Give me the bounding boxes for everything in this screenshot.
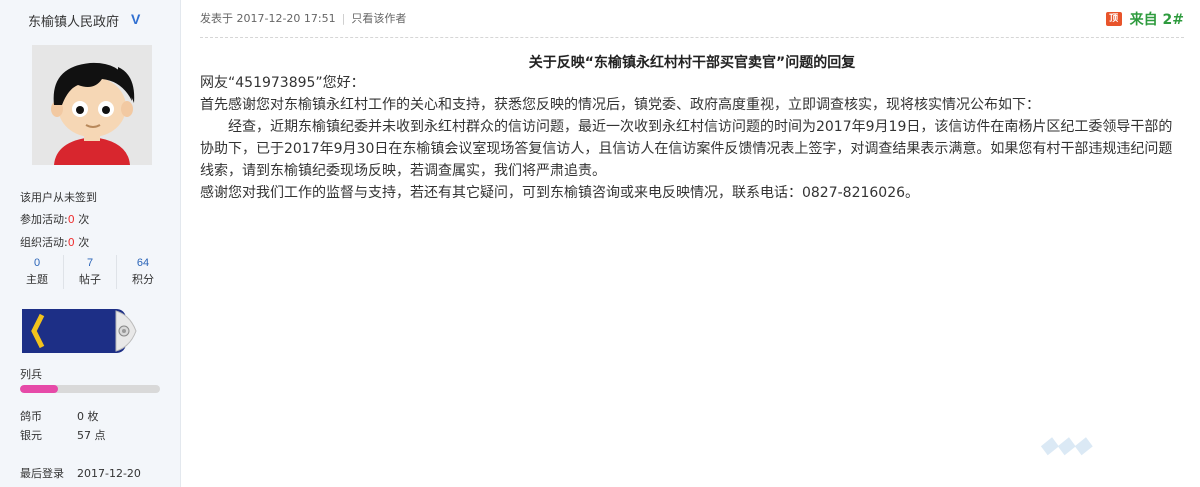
post-body: 网友“451973895”您好： 首先感谢您对东榆镇永红村工作的关心和支持，获悉… [200,72,1184,204]
activities-organized-unit: 次 [78,236,90,249]
rank-insignia-icon [20,305,140,357]
post-paragraph-closing: 感谢您对我们工作的监督与支持，若还有其它疑问，可到东榆镇咨询或来电反映情况，联系… [200,185,920,201]
username-link[interactable]: 东榆镇人民政府 [28,11,119,30]
silver-value: 57 点 [77,429,106,442]
floor-info: 顶 来自 2# [1105,9,1184,29]
coins-row: 鸽币 0 枚 [20,408,99,424]
post-greeting: 网友“451973895”您好： [200,75,365,91]
last-login-label: 最后登录 [20,467,64,480]
coins-label: 鸽币 [20,410,42,423]
avatar[interactable] [32,45,152,165]
top-icon[interactable]: 顶 [1105,12,1122,26]
last-login-row: 最后登录 2017-12-20 [20,465,141,481]
activities-joined-unit: 次 [78,213,90,226]
rank-progress-bar [20,385,160,393]
activities-organized: 组织活动:0 次 [20,234,89,250]
stat-points[interactable]: 64 积分 [117,255,169,289]
user-stats: 0 主题 7 帖子 64 积分 [11,255,169,289]
site-watermark-icon: ◆◆◆ [1040,432,1091,457]
activities-organized-label: 组织活动: [20,236,68,249]
activities-organized-count: 0 [67,236,75,249]
rank-progress-fill [20,385,58,393]
post-title: 关于反映“东榆镇永红村村干部买官卖官”问题的回复 [528,55,856,71]
silver-label: 银元 [20,429,42,442]
verified-badge-icon: V [131,11,141,27]
checkin-status: 该用户从未签到 [20,191,97,204]
activities-joined: 参加活动:0 次 [20,211,89,227]
rank-name: 列兵 [20,368,42,381]
stat-points-value: 64 [136,257,150,269]
post-paragraph-intro: 首先感谢您对东榆镇永红村工作的关心和支持，获悉您反映的情况后，镇党委、政府高度重… [200,97,1040,113]
user-sidebar: 东榆镇人民政府 V 该用户从未签到 参加活动:0 次 组织活动:0 次 0 主题 [0,0,181,487]
stat-posts-label: 帖子 [79,273,101,286]
stat-threads[interactable]: 0 主题 [11,255,64,289]
silver-row: 银元 57 点 [20,427,106,443]
activities-joined-label: 参加活动: [20,213,68,226]
floor-number[interactable]: 来自 2# [1130,9,1184,29]
stat-threads-label: 主题 [26,273,48,286]
stat-posts-value: 7 [86,257,94,269]
post-paragraph-findings: 经查，近期东榆镇纪委并未收到永红村群众的信访问题，最近一次收到永红村信访问题的时… [200,119,1173,179]
stat-posts[interactable]: 7 帖子 [64,255,117,289]
last-login-value: 2017-12-20 [77,467,141,480]
header-divider [200,37,1184,38]
coins-value: 0 枚 [77,410,99,423]
stat-threads-value: 0 [33,257,41,269]
only-author-link[interactable]: 只看该作者 [351,12,406,25]
activities-joined-count: 0 [67,213,75,226]
cartoon-avatar-icon [32,45,152,165]
meta-divider: | [341,12,346,25]
post-time: 发表于 2017-12-20 17:51 [200,12,336,25]
stat-points-label: 积分 [132,273,154,286]
post-meta: 发表于 2017-12-20 17:51 | 只看该作者 [200,10,406,26]
